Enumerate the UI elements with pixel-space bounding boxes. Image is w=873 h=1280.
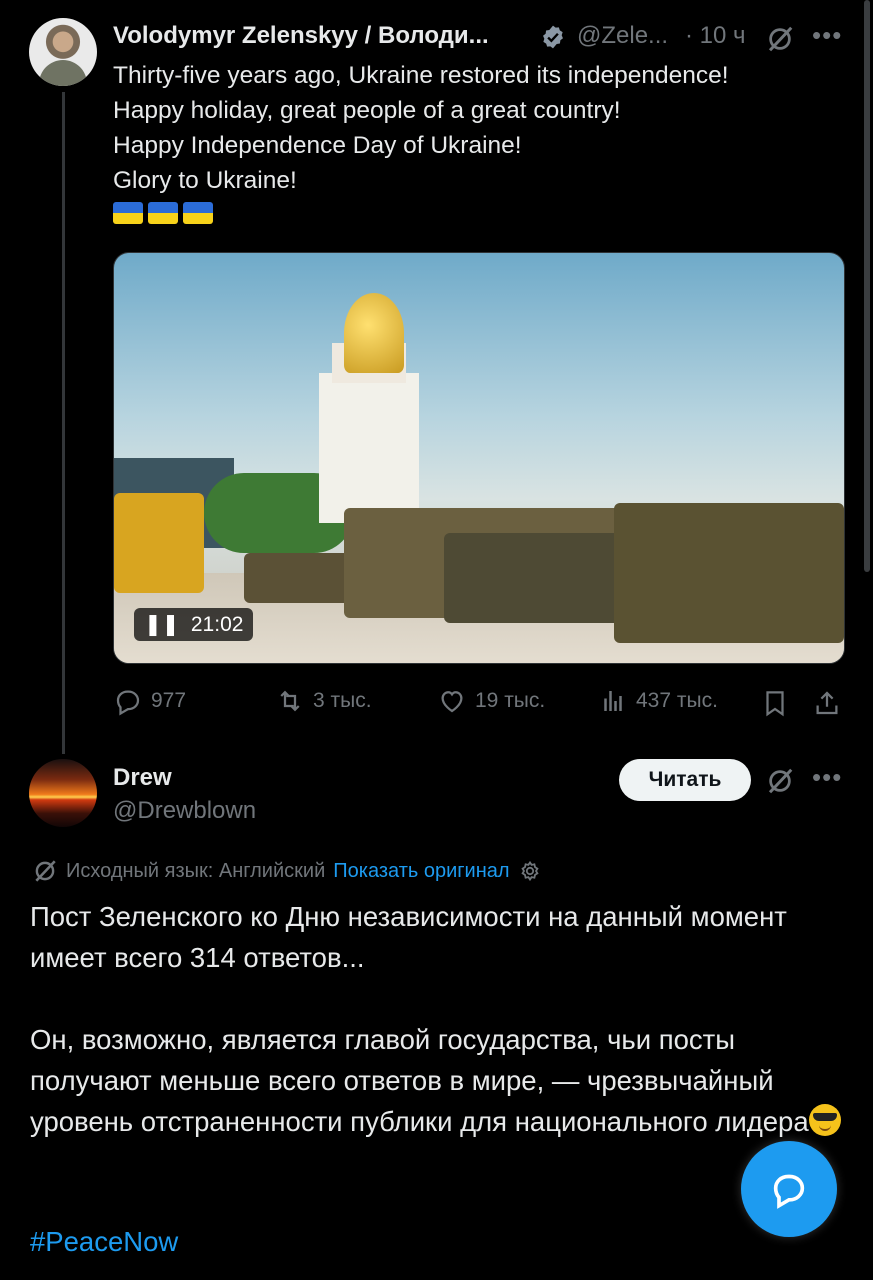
reply-paragraph-text: Он, возможно, является главой государств… — [30, 1024, 809, 1137]
reply-count: 977 — [151, 689, 187, 712]
repost-count: 3 тыс. — [313, 689, 372, 712]
verified-badge-icon — [543, 25, 563, 49]
ukraine-flag-icon — [148, 202, 178, 224]
scrollbar[interactable] — [864, 0, 870, 572]
reply-paragraph: Пост Зеленского ко Дню независимости на … — [30, 901, 787, 973]
video-time-badge[interactable]: ❚❚ 21:02 — [134, 608, 254, 641]
avatar[interactable] — [29, 759, 97, 827]
chat-bubble-icon — [773, 1174, 805, 1209]
views-button[interactable]: 437 тыс. — [598, 686, 718, 716]
pause-icon[interactable]: ❚❚ — [144, 613, 179, 636]
like-count: 19 тыс. — [475, 689, 546, 712]
video-scene-tank — [614, 503, 844, 643]
author-name[interactable]: Volodymyr Zelenskyy / Володи... — [113, 22, 489, 50]
more-options-icon[interactable]: ••• — [812, 20, 842, 51]
ukraine-flag-emojis — [113, 202, 218, 229]
reply-icon — [116, 690, 140, 716]
ukraine-flag-icon — [183, 202, 213, 224]
repost-icon — [280, 690, 300, 712]
post-line: Happy holiday, great people of a great c… — [113, 97, 621, 124]
like-button[interactable]: 19 тыс. — [437, 686, 545, 716]
post-time[interactable]: · 10 ч — [685, 22, 746, 50]
video-player[interactable]: ❚❚ 21:02 — [113, 252, 845, 664]
avatar[interactable] — [29, 18, 97, 86]
post-line: Thirty-five years ago, Ukraine restored … — [113, 62, 729, 89]
post-line: Happy Independence Day of Ukraine! — [113, 132, 522, 159]
grok-icon[interactable] — [765, 24, 795, 54]
follow-button[interactable]: Читать — [619, 759, 751, 801]
video-scene-bell-tower — [319, 373, 419, 523]
translation-label: Исходный язык: Английский — [66, 859, 326, 882]
post-text: Thirty-five years ago, Ukraine restored … — [113, 58, 729, 198]
reply-paragraph: Он, возможно, является главой государств… — [30, 1019, 850, 1142]
grok-icon[interactable] — [765, 766, 795, 796]
sunglasses-emoji-icon — [808, 1104, 841, 1136]
video-scene-golden-dome — [344, 293, 404, 373]
post-line: Glory to Ukraine! — [113, 167, 297, 194]
show-original-link[interactable]: Показать оригинал — [333, 860, 509, 883]
bookmark-icon[interactable] — [760, 688, 790, 718]
settings-gear-icon[interactable] — [518, 859, 542, 883]
heart-icon — [441, 691, 463, 713]
translation-notice: Исходный язык: Английский Показать ориги… — [32, 858, 542, 884]
thread-connector — [62, 92, 65, 754]
compose-reply-button[interactable] — [741, 1141, 837, 1237]
reply-text: Пост Зеленского ко Дню независимости на … — [30, 896, 850, 1142]
author-handle[interactable]: @Drewblown — [113, 797, 256, 825]
repost-button[interactable]: 3 тыс. — [275, 686, 372, 716]
author-name[interactable]: Drew — [113, 764, 172, 792]
views-icon — [604, 691, 622, 711]
author-handle[interactable]: @Zele... — [577, 22, 668, 50]
share-icon[interactable] — [812, 688, 842, 718]
more-options-icon[interactable]: ••• — [812, 762, 842, 793]
ukraine-flag-icon — [113, 202, 143, 224]
views-count: 437 тыс. — [636, 689, 718, 712]
grok-icon — [35, 860, 56, 882]
video-scene-yellow-vehicle — [114, 493, 204, 593]
hashtag-link[interactable]: #PeaceNow — [30, 1226, 178, 1258]
reply-button[interactable]: 977 — [113, 686, 186, 716]
video-time: 21:02 — [190, 613, 244, 636]
